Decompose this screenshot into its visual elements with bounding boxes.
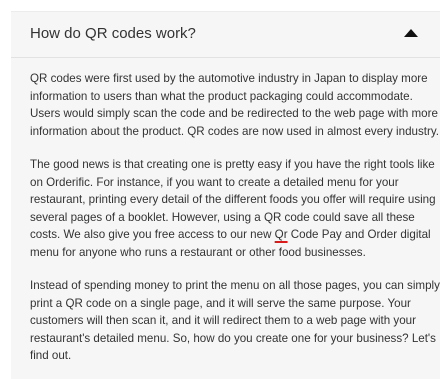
faq-question-title[interactable]: How do QR codes work? <box>30 25 196 42</box>
answer-line: QR codes were first used by the automoti… <box>30 72 428 85</box>
answer-line: menu for anyone who runs a restaurant or… <box>30 244 425 262</box>
answer-line: information about the product. QR codes … <box>30 124 439 138</box>
faq-accordion-item: How do QR codes work? QR codes were firs… <box>11 11 440 379</box>
answer-line: several pages of a booklet. However, usi… <box>30 210 415 224</box>
answer-line: print a QR code on a single page, and it… <box>30 296 411 310</box>
faq-answer: QR codes were first used by the automoti… <box>30 70 440 379</box>
answer-paragraph-1: QR codes were first used by the automoti… <box>30 70 439 140</box>
answer-paragraph-2: The good news is that creating one is pr… <box>30 156 436 262</box>
spellcheck-marked-word[interactable]: Qr <box>275 228 288 241</box>
line-text: menu for anyone who runs a restaurant or… <box>30 245 279 259</box>
answer-line: Instead of spending money to print the m… <box>30 279 440 292</box>
page: How do QR codes work? QR codes were firs… <box>0 0 442 379</box>
answer-line: find out. <box>30 349 72 362</box>
answer-line: costs. We also give you free access to o… <box>30 226 431 244</box>
faq-question-header[interactable]: How do QR codes work? <box>11 12 440 58</box>
caret-up-icon[interactable] <box>404 29 418 37</box>
answer-line: restaurant's detailed menu. So, how do y… <box>30 331 436 345</box>
answer-line: customers will then scan it, and it will… <box>30 314 416 327</box>
answer-line: on Orderific. For instance, if you want … <box>30 175 399 189</box>
line-text: businesses. <box>301 245 366 259</box>
line-text: costs. We also give you free access to o… <box>30 228 275 241</box>
answer-line: restaurant, printing every detail of the… <box>30 193 436 206</box>
answer-line: Users would simply scan the code and be … <box>30 107 438 120</box>
answer-line: information to users than what the produ… <box>30 89 413 103</box>
answer-line: The good news is that creating one is pr… <box>30 158 435 171</box>
line-text: food <box>278 245 302 259</box>
answer-paragraph-3: Instead of spending money to print the m… <box>30 277 440 365</box>
line-text: Code Pay and Order digital <box>287 228 431 241</box>
